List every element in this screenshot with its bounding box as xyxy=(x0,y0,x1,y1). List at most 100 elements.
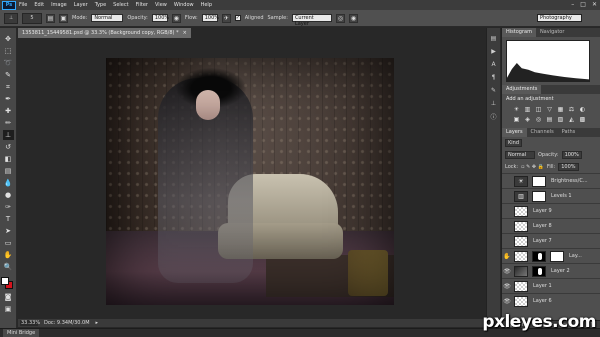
tab-adjustments[interactable]: Adjustments xyxy=(502,85,542,94)
tab-navigator[interactable]: Navigator xyxy=(536,28,568,37)
foreground-color-swatch[interactable] xyxy=(1,277,9,285)
fill-field[interactable]: 100% xyxy=(558,163,579,171)
lock-icons[interactable]: ▫ ✎ ✥ 🔒 xyxy=(521,164,544,170)
tab-paths[interactable]: Paths xyxy=(558,128,580,137)
visibility-eye-icon[interactable]: 👁 xyxy=(502,298,512,305)
maximize-button[interactable]: □ xyxy=(580,1,586,8)
hand-cursor-icon[interactable]: ✋ xyxy=(502,253,512,260)
menu-window[interactable]: Window xyxy=(174,2,194,8)
menu-filter[interactable]: Filter xyxy=(136,2,148,8)
menu-image[interactable]: Image xyxy=(51,2,67,8)
exposure-icon[interactable]: ▽ xyxy=(545,105,554,113)
ignore-adjustment-icon[interactable]: ◎ xyxy=(335,13,345,23)
eyedropper-tool-icon[interactable]: ✒ xyxy=(3,94,14,104)
canvas-image[interactable] xyxy=(106,58,394,305)
blend-mode-select[interactable]: Normal xyxy=(505,151,535,159)
layer-mask-thumb[interactable] xyxy=(532,175,546,187)
actions-panel-icon[interactable]: ▶ xyxy=(489,47,498,56)
status-menu-arrow-icon[interactable]: ▸ xyxy=(96,320,99,326)
info-panel-icon[interactable]: ⓘ xyxy=(489,112,498,121)
channel-mixer-icon[interactable]: ◈ xyxy=(523,115,532,123)
zoom-tool-icon[interactable]: 🔍 xyxy=(3,262,14,272)
healing-brush-tool-icon[interactable]: ✚ xyxy=(3,106,14,116)
layer-mask-thumb[interactable] xyxy=(532,265,546,277)
workspace-select[interactable]: Photography xyxy=(537,14,582,22)
clone-source-panel-icon[interactable]: ⊥ xyxy=(489,99,498,108)
clone-source-icon[interactable]: ▣ xyxy=(59,13,68,23)
gradient-map-icon[interactable]: ▩ xyxy=(578,115,587,123)
black-white-icon[interactable]: ◐ xyxy=(578,105,587,113)
menu-file[interactable]: File xyxy=(19,2,27,8)
photo-filter-icon[interactable]: ▣ xyxy=(512,115,521,123)
color-swatches[interactable] xyxy=(1,277,15,290)
gradient-tool-icon[interactable]: ▤ xyxy=(3,166,14,176)
curves-icon[interactable]: ◫ xyxy=(534,105,543,113)
color-balance-icon[interactable]: ⚖ xyxy=(567,105,576,113)
quick-mask-icon[interactable]: ◙ xyxy=(3,292,14,302)
layer-row[interactable]: 👁 Layer 2 xyxy=(502,263,600,278)
tab-histogram[interactable]: Histogram xyxy=(502,28,536,37)
layer-opacity-field[interactable]: 100% xyxy=(561,151,582,159)
menu-help[interactable]: Help xyxy=(201,2,212,8)
aligned-checkbox[interactable]: ✓ xyxy=(234,15,241,21)
brush-presets-icon[interactable]: ✎ xyxy=(489,86,498,95)
layer-row[interactable]: Layer 7 xyxy=(502,233,600,248)
brush-preset-picker[interactable]: 5 xyxy=(22,12,42,24)
layer-mask-thumb[interactable] xyxy=(550,250,564,262)
layer-mask-thumb[interactable] xyxy=(532,190,546,202)
lasso-tool-icon[interactable]: ➰ xyxy=(3,58,14,68)
dodge-tool-icon[interactable]: ● xyxy=(3,190,14,200)
layer-mask-thumb[interactable] xyxy=(532,250,546,262)
history-brush-tool-icon[interactable]: ↺ xyxy=(3,142,14,152)
vibrance-icon[interactable]: ▦ xyxy=(556,105,565,113)
minimize-button[interactable]: – xyxy=(571,1,574,8)
tab-layers[interactable]: Layers xyxy=(502,128,527,137)
visibility-eye-icon[interactable]: 👁 xyxy=(502,268,512,275)
menu-edit[interactable]: Edit xyxy=(34,2,44,8)
posterize-icon[interactable]: ▧ xyxy=(556,115,565,123)
eraser-tool-icon[interactable]: ◧ xyxy=(3,154,14,164)
tool-preset-picker[interactable]: ⊥ xyxy=(4,12,18,24)
clone-stamp-tool-icon[interactable]: ⊥ xyxy=(2,130,14,140)
layer-row[interactable]: 👁 Layer 6 xyxy=(502,293,600,308)
invert-icon[interactable]: ▤ xyxy=(545,115,554,123)
brush-tool-icon[interactable]: ✏ xyxy=(3,118,14,128)
menu-select[interactable]: Select xyxy=(113,2,128,8)
marquee-tool-icon[interactable]: ⬚ xyxy=(3,46,14,56)
document-tab[interactable]: 1353811_15449581.psd @ 33.3% (Background… xyxy=(18,28,191,38)
screen-mode-icon[interactable]: ▣ xyxy=(3,304,14,314)
close-button[interactable]: ✕ xyxy=(592,1,597,8)
layer-row[interactable]: ☀ Brightness/C... xyxy=(502,173,600,188)
history-panel-icon[interactable]: ▤ xyxy=(489,34,498,43)
mini-bridge-tab[interactable]: Mini Bridge xyxy=(3,329,40,337)
layer-kind-filter[interactable]: Kind xyxy=(505,139,523,147)
levels-icon[interactable]: ▥ xyxy=(523,105,532,113)
airbrush-icon[interactable]: ✈ xyxy=(221,13,231,23)
pen-tool-icon[interactable]: ✑ xyxy=(3,202,14,212)
hand-tool-icon[interactable]: ✋ xyxy=(3,250,14,260)
layer-row[interactable]: ▥ Levels 1 xyxy=(502,188,600,203)
opacity-field[interactable]: 100% xyxy=(151,14,169,22)
visibility-eye-icon[interactable]: 👁 xyxy=(502,283,512,290)
zoom-field[interactable]: 33.33% xyxy=(20,320,40,326)
blur-tool-icon[interactable]: 💧 xyxy=(3,178,14,188)
threshold-icon[interactable]: ◭ xyxy=(567,115,576,123)
menu-layer[interactable]: Layer xyxy=(74,2,88,8)
quick-select-tool-icon[interactable]: ✎ xyxy=(3,70,14,80)
rectangle-tool-icon[interactable]: ▭ xyxy=(3,238,14,248)
character-panel-icon[interactable]: A xyxy=(489,60,498,69)
color-lookup-icon[interactable]: ◎ xyxy=(534,115,543,123)
brush-panel-icon[interactable]: ▤ xyxy=(46,13,55,23)
paragraph-panel-icon[interactable]: ¶ xyxy=(489,73,498,82)
mode-select[interactable]: Normal xyxy=(91,14,124,22)
brightness-contrast-icon[interactable]: ☀ xyxy=(512,105,521,113)
sample-select[interactable]: Current Layer xyxy=(291,14,332,27)
layer-row[interactable]: Layer 9 xyxy=(502,203,600,218)
close-document-icon[interactable]: × xyxy=(183,28,187,38)
pressure-opacity-icon[interactable]: ◉ xyxy=(171,13,181,23)
tab-channels[interactable]: Channels xyxy=(527,128,558,137)
flow-field[interactable]: 100% xyxy=(201,14,219,22)
move-tool-icon[interactable]: ✥ xyxy=(3,34,14,44)
layer-row[interactable]: Layer 8 xyxy=(502,218,600,233)
pressure-size-icon[interactable]: ◉ xyxy=(348,13,358,23)
